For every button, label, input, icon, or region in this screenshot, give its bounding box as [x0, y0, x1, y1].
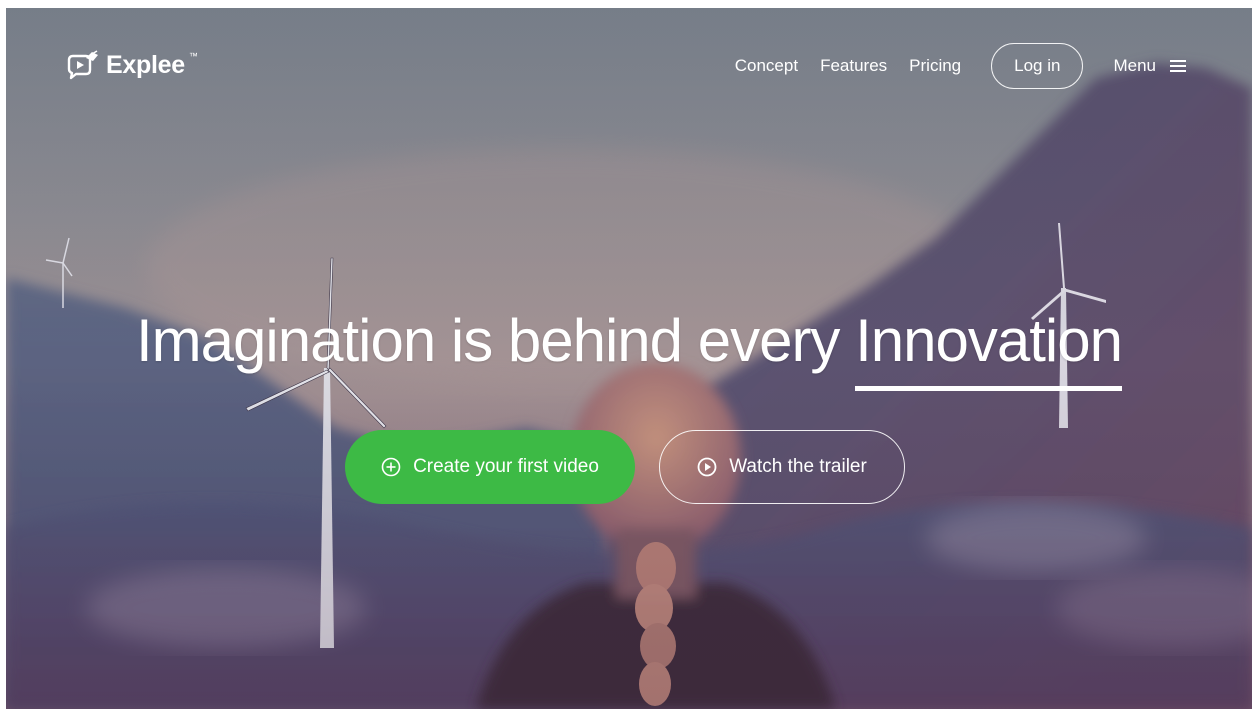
- watch-trailer-label: Watch the trailer: [729, 456, 867, 477]
- brand-logo[interactable]: Explee ™: [66, 50, 198, 80]
- hamburger-icon: [1170, 60, 1186, 72]
- create-first-video-button[interactable]: Create your first video: [345, 430, 635, 504]
- nav-link-features[interactable]: Features: [820, 56, 887, 76]
- menu-button[interactable]: Menu: [1113, 56, 1186, 76]
- watch-trailer-button[interactable]: Watch the trailer: [659, 430, 905, 504]
- nav-link-concept[interactable]: Concept: [735, 56, 798, 76]
- cta-group: Create your first video Watch the traile…: [345, 430, 905, 504]
- login-button[interactable]: Log in: [991, 43, 1084, 89]
- nav-link-pricing[interactable]: Pricing: [909, 56, 961, 76]
- hero-headline-highlight: Innovation: [855, 307, 1123, 374]
- create-first-video-label: Create your first video: [413, 456, 599, 477]
- play-bubble-logo-icon: [67, 50, 98, 80]
- hero-headline-highlight-wrap: Innovation: [855, 306, 1123, 391]
- hero-headline: Imagination is behind every Innovation: [6, 306, 1252, 391]
- plus-circle-icon: [381, 457, 401, 477]
- top-navbar: Explee ™ Concept Features Pricing Log in…: [6, 8, 1252, 128]
- play-circle-icon: [697, 457, 717, 477]
- hero-section: Explee ™ Concept Features Pricing Log in…: [6, 8, 1252, 709]
- main-nav: Concept Features Pricing Log in Menu: [735, 43, 1186, 89]
- brand-name: Explee: [106, 50, 185, 79]
- menu-button-label: Menu: [1113, 56, 1156, 75]
- highlight-underline: [855, 386, 1122, 391]
- login-button-label: Log in: [1014, 56, 1061, 75]
- hero-headline-prefix: Imagination is behind every: [136, 307, 840, 374]
- brand-trademark: ™: [188, 51, 198, 61]
